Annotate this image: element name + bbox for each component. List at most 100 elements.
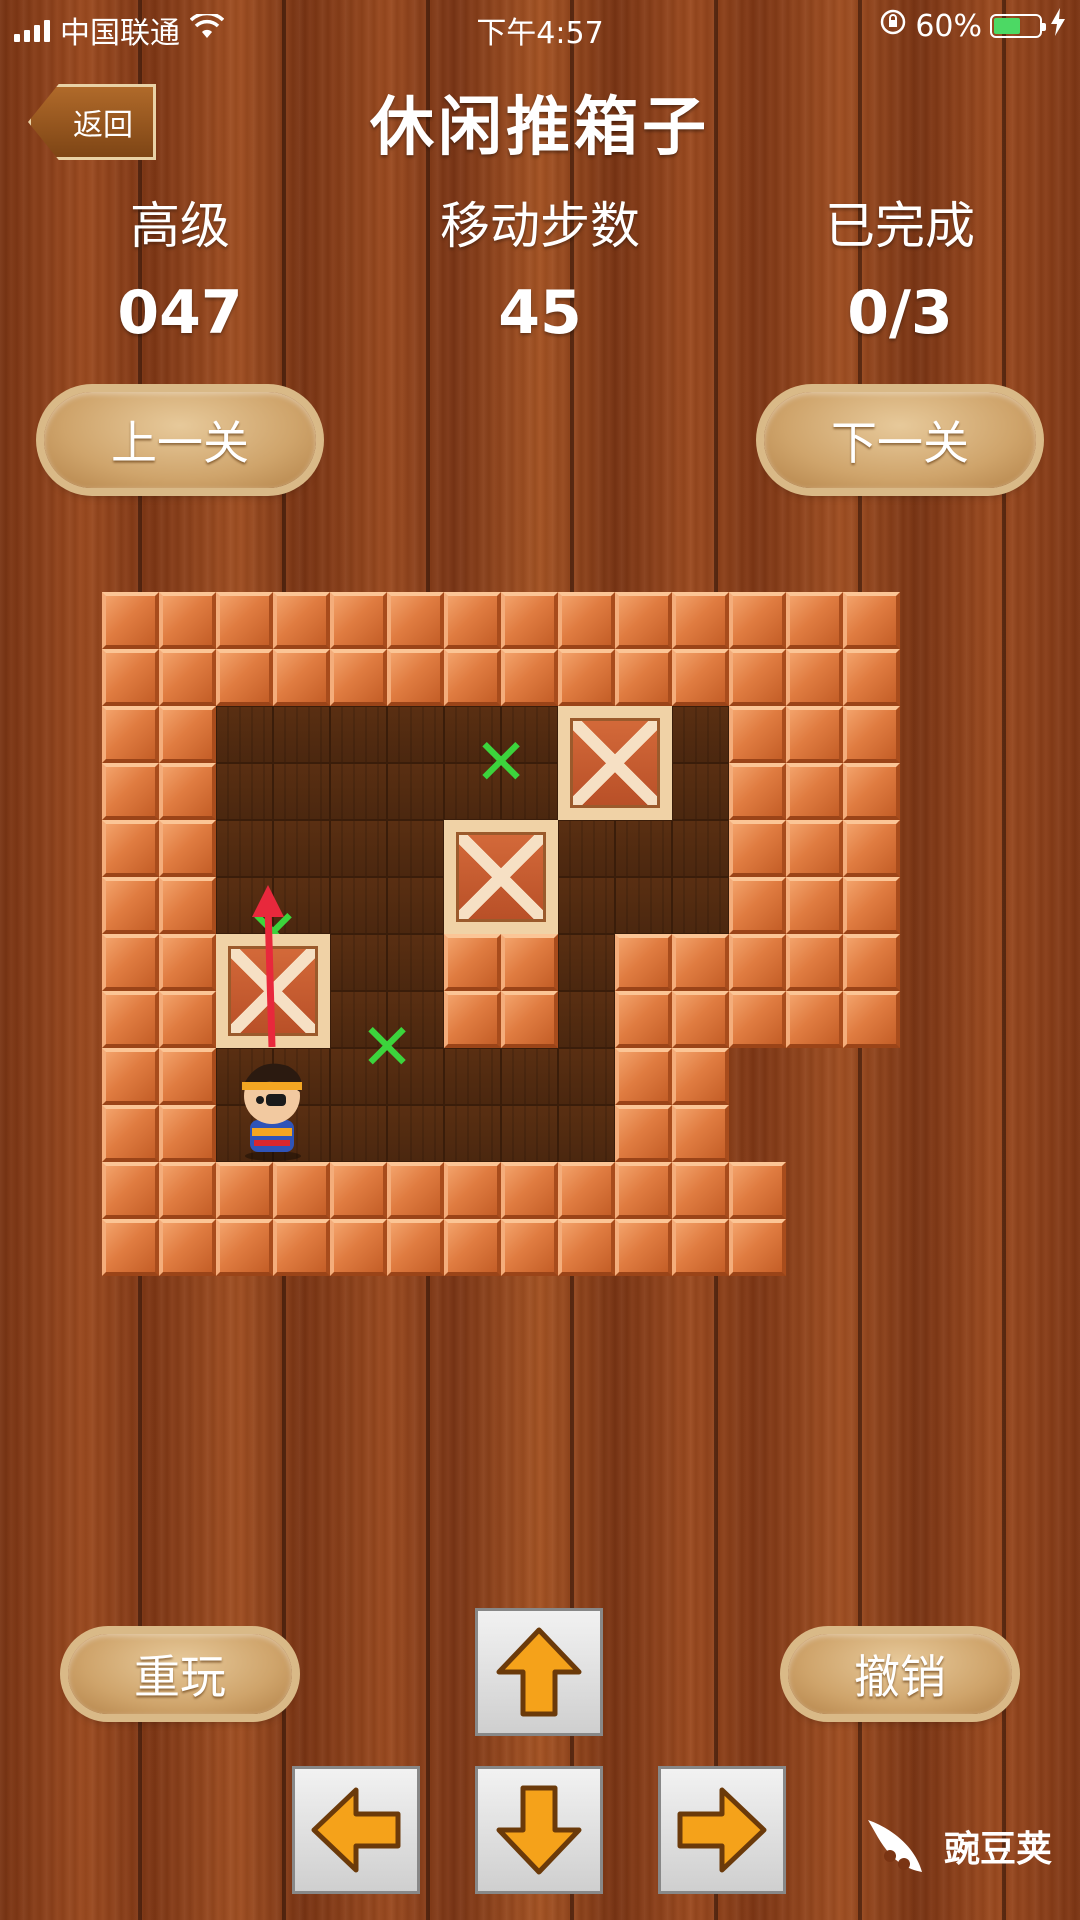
wall-tile bbox=[330, 592, 387, 649]
wall-tile bbox=[444, 649, 501, 706]
floor-tile bbox=[444, 1048, 501, 1105]
wall-tile bbox=[159, 649, 216, 706]
wall-tile bbox=[102, 877, 159, 934]
floor-tile bbox=[273, 820, 330, 877]
wall-tile bbox=[330, 649, 387, 706]
wall-tile bbox=[672, 592, 729, 649]
wall-tile bbox=[786, 592, 843, 649]
floor-tile bbox=[672, 820, 729, 877]
game-board[interactable]: ✕✕✕ bbox=[102, 592, 900, 1276]
floor-tile bbox=[615, 877, 672, 934]
wall-tile bbox=[843, 649, 900, 706]
wall-tile bbox=[216, 1162, 273, 1219]
floor-tile bbox=[387, 934, 444, 991]
prev-level-button[interactable]: 上一关 bbox=[44, 392, 316, 488]
undo-button[interactable]: 撤销 bbox=[788, 1634, 1012, 1714]
dpad-right-button[interactable] bbox=[658, 1766, 786, 1894]
wall-tile bbox=[615, 592, 672, 649]
floor-tile bbox=[216, 820, 273, 877]
restart-button[interactable]: 重玩 bbox=[68, 1634, 292, 1714]
floor-tile bbox=[558, 1105, 615, 1162]
wall-tile bbox=[444, 991, 501, 1048]
wall-tile bbox=[615, 1162, 672, 1219]
wall-tile bbox=[102, 1048, 159, 1105]
floor-tile bbox=[558, 820, 615, 877]
pea-pod-icon bbox=[867, 1820, 922, 1872]
stat-level-value: 047 bbox=[117, 278, 243, 348]
wall-tile bbox=[159, 706, 216, 763]
wall-tile bbox=[159, 877, 216, 934]
battery-icon bbox=[990, 14, 1046, 38]
floor-tile bbox=[387, 1105, 444, 1162]
wall-tile bbox=[615, 1105, 672, 1162]
crate bbox=[444, 820, 558, 934]
floor-tile bbox=[330, 820, 387, 877]
wall-tile bbox=[786, 763, 843, 820]
wall-tile bbox=[102, 706, 159, 763]
game-title: 休闲推箱子 bbox=[370, 91, 710, 165]
wall-tile bbox=[843, 934, 900, 991]
crate bbox=[558, 706, 672, 820]
wall-tile bbox=[501, 592, 558, 649]
floor-tile bbox=[672, 706, 729, 763]
stat-completed-value: 0/3 bbox=[847, 278, 953, 348]
wall-tile bbox=[387, 592, 444, 649]
wall-tile bbox=[102, 763, 159, 820]
stat-level: 高级 047 bbox=[50, 186, 310, 348]
wall-tile bbox=[273, 1219, 330, 1276]
wall-tile bbox=[729, 1162, 786, 1219]
wall-tile bbox=[843, 592, 900, 649]
dpad-down-button[interactable] bbox=[475, 1766, 603, 1894]
wall-tile bbox=[102, 592, 159, 649]
wall-tile bbox=[159, 1162, 216, 1219]
charging-icon bbox=[1050, 8, 1066, 44]
next-level-label: 下一关 bbox=[831, 416, 969, 470]
dpad-left-button[interactable] bbox=[292, 1766, 420, 1894]
status-right: 60% bbox=[879, 8, 1066, 44]
wall-tile bbox=[729, 763, 786, 820]
status-bar: 中国联通 下午4:57 60% bbox=[0, 0, 1080, 54]
floor-tile bbox=[501, 1048, 558, 1105]
floor-tile bbox=[216, 763, 273, 820]
wall-tile bbox=[216, 592, 273, 649]
wall-tile bbox=[159, 1219, 216, 1276]
wall-tile bbox=[216, 649, 273, 706]
rotation-lock-icon bbox=[879, 8, 907, 44]
floor-tile bbox=[330, 706, 387, 763]
floor-tile bbox=[330, 763, 387, 820]
target-marker-icon: ✕ bbox=[474, 726, 528, 800]
dpad-up-button[interactable] bbox=[475, 1608, 603, 1736]
wall-tile bbox=[786, 877, 843, 934]
wall-tile bbox=[729, 877, 786, 934]
floor-tile bbox=[330, 877, 387, 934]
wall-tile bbox=[615, 649, 672, 706]
floor-tile bbox=[387, 763, 444, 820]
wall-tile bbox=[159, 934, 216, 991]
wall-tile bbox=[159, 1048, 216, 1105]
brand-logo: 豌豆荚 bbox=[860, 1810, 1052, 1882]
wall-tile bbox=[444, 934, 501, 991]
wall-tile bbox=[102, 1219, 159, 1276]
wall-tile bbox=[330, 1162, 387, 1219]
wall-tile bbox=[273, 649, 330, 706]
floor-tile bbox=[558, 877, 615, 934]
wall-tile bbox=[102, 820, 159, 877]
stat-level-label: 高级 bbox=[130, 197, 230, 255]
wall-tile bbox=[501, 1162, 558, 1219]
wall-tile bbox=[159, 820, 216, 877]
wall-tile bbox=[330, 1219, 387, 1276]
wall-tile bbox=[786, 934, 843, 991]
undo-label: 撤销 bbox=[854, 1650, 946, 1704]
floor-tile bbox=[672, 877, 729, 934]
wall-tile bbox=[843, 820, 900, 877]
wall-tile bbox=[444, 1162, 501, 1219]
wall-tile bbox=[729, 706, 786, 763]
wall-tile bbox=[672, 1162, 729, 1219]
wall-tile bbox=[729, 934, 786, 991]
wall-tile bbox=[672, 1048, 729, 1105]
next-level-button[interactable]: 下一关 bbox=[764, 392, 1036, 488]
up-arrow-icon bbox=[496, 1627, 582, 1717]
wall-tile bbox=[672, 1219, 729, 1276]
wall-tile bbox=[102, 649, 159, 706]
wall-tile bbox=[672, 649, 729, 706]
